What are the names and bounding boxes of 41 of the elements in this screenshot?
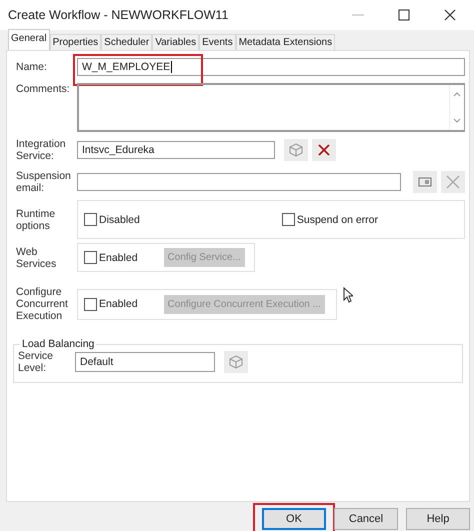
field-label: Suspension email: xyxy=(16,170,72,194)
browse-button[interactable] xyxy=(224,351,248,373)
close-icon[interactable] xyxy=(444,9,456,21)
maximize-icon[interactable] xyxy=(398,9,410,21)
field-label: Runtime options xyxy=(16,208,56,232)
field-label: Name: xyxy=(16,61,48,73)
dialog-button[interactable]: Cancel xyxy=(334,508,398,530)
tab[interactable]: General xyxy=(8,29,50,50)
field-label: Integration Service: xyxy=(16,138,67,162)
service-level-field[interactable]: Default xyxy=(75,352,215,372)
field-label: Configure Concurrent Execution xyxy=(16,286,69,322)
field-label: Comments: xyxy=(16,83,71,95)
cube-icon xyxy=(289,143,303,157)
group-title: Load Balancing xyxy=(21,338,96,350)
close-icon xyxy=(446,175,460,189)
cube-icon xyxy=(229,355,243,369)
field-label: Web Services xyxy=(16,246,58,270)
scroll-up-icon[interactable] xyxy=(453,91,461,97)
tab[interactable]: Metadata Extensions xyxy=(236,34,336,50)
checkbox[interactable]: Suspend on error xyxy=(282,213,378,226)
name-field[interactable]: W_M_EMPLOYEE xyxy=(77,58,465,76)
tab[interactable]: Events xyxy=(199,34,236,50)
suspension-email-field[interactable] xyxy=(77,173,401,191)
dialog-button[interactable]: Help xyxy=(406,508,470,530)
clear-button[interactable] xyxy=(312,139,336,161)
close-icon xyxy=(318,144,330,156)
pointer-icon xyxy=(343,287,353,303)
email-button[interactable] xyxy=(413,171,437,193)
checkbox[interactable]: Enabled xyxy=(84,251,138,264)
dialog-button[interactable]: OK xyxy=(262,508,326,530)
checkbox[interactable]: Disabled xyxy=(84,213,140,226)
window-title: Create Workflow - NEWWORKFLOW11 xyxy=(8,8,228,22)
tab[interactable]: Properties xyxy=(50,34,102,50)
tab[interactable]: Scheduler xyxy=(101,34,152,50)
checkbox[interactable]: Enabled xyxy=(84,298,138,310)
integration-service-field[interactable]: Intsvc_Edureka xyxy=(77,141,275,159)
comments-field[interactable] xyxy=(77,83,465,132)
tab[interactable]: Variables xyxy=(152,34,200,50)
card-icon xyxy=(418,177,432,187)
field-label: Service Level: xyxy=(18,350,54,374)
scroll-down-icon[interactable] xyxy=(453,118,461,124)
